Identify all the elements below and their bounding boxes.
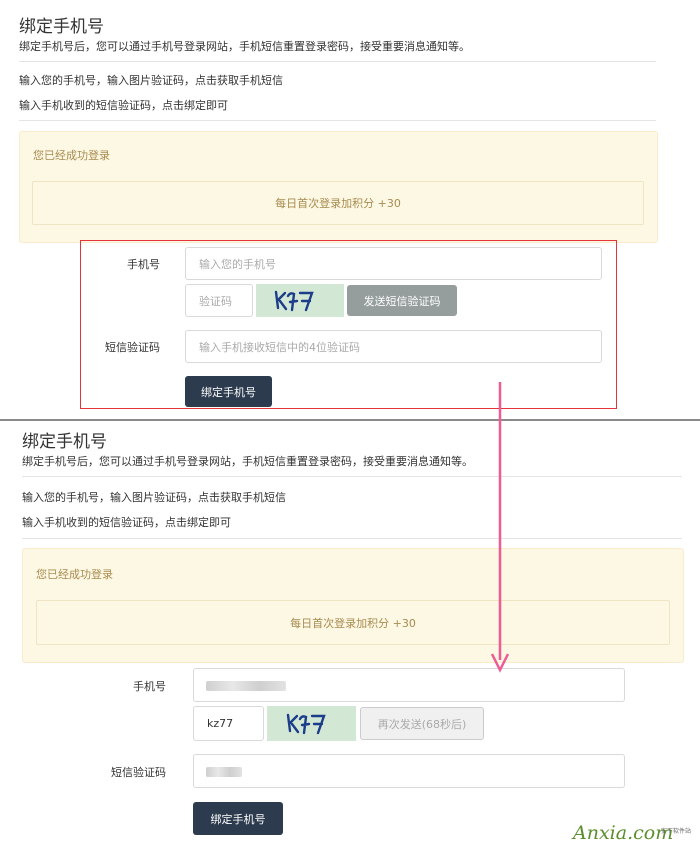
- captcha-image[interactable]: [267, 706, 356, 741]
- resend-sms-button[interactable]: 再次发送(68秒后): [360, 707, 484, 740]
- bind-phone-button[interactable]: 绑定手机号: [193, 802, 283, 835]
- captcha-image[interactable]: [256, 284, 344, 317]
- watermark-logo: Anxia.com 安下软件站: [573, 822, 691, 844]
- notice-message: 每日首次登录加积分 +30: [36, 600, 670, 645]
- phone-label: 手机号: [127, 258, 160, 271]
- login-notice: 您已经成功登录 每日首次登录加积分 +30: [22, 548, 684, 663]
- phone-input[interactable]: 输入您的手机号: [185, 247, 602, 280]
- instruction-2: 输入手机收到的短信验证码，点击绑定即可: [19, 99, 228, 112]
- notice-message: 每日首次登录加积分 +30: [32, 181, 644, 225]
- bind-phone-button[interactable]: 绑定手机号: [185, 376, 272, 407]
- watermark-sub: 安下软件站: [661, 828, 692, 835]
- notice-heading: 您已经成功登录: [36, 568, 113, 581]
- phone-label: 手机号: [133, 680, 166, 693]
- watermark-brand: Anxia.com: [573, 822, 674, 844]
- captcha-input[interactable]: 验证码: [185, 284, 253, 317]
- divider-line: [22, 476, 682, 477]
- instruction-1: 输入您的手机号，输入图片验证码，点击获取手机短信: [22, 491, 286, 504]
- notice-message-text: 每日首次登录加积分 +30: [275, 197, 401, 210]
- sms-input[interactable]: 输入手机接收短信中的4位验证码: [185, 330, 602, 363]
- sms-label: 短信验证码: [105, 341, 160, 354]
- panel-before: 绑定手机号 绑定手机号后，您可以通过手机号登录网站，手机短信重置登录密码，接受重…: [0, 0, 700, 418]
- phone-input[interactable]: [193, 668, 625, 702]
- instruction-1: 输入您的手机号，输入图片验证码，点击获取手机短信: [19, 74, 283, 87]
- divider-line: [22, 538, 682, 539]
- sms-input[interactable]: [193, 754, 625, 788]
- captcha-input[interactable]: kz77: [193, 706, 264, 741]
- phone-value-redacted: [206, 681, 286, 691]
- page-title: 绑定手机号: [22, 432, 107, 452]
- login-notice: 您已经成功登录 每日首次登录加积分 +30: [19, 131, 658, 243]
- instruction-2: 输入手机收到的短信验证码，点击绑定即可: [22, 516, 231, 529]
- page-description: 绑定手机号后，您可以通过手机号登录网站，手机短信重置登录密码，接受重要消息通知等…: [19, 40, 470, 53]
- divider-line: [19, 120, 656, 121]
- notice-message-text: 每日首次登录加积分 +30: [290, 616, 416, 630]
- panel-after: 绑定手机号 绑定手机号后，您可以通过手机号登录网站，手机短信重置登录密码，接受重…: [0, 421, 700, 854]
- sms-label: 短信验证码: [111, 766, 166, 779]
- captcha-glyphs-icon: [286, 713, 326, 734]
- page-title: 绑定手机号: [19, 17, 104, 37]
- notice-heading: 您已经成功登录: [33, 149, 110, 162]
- captcha-glyphs-icon: [274, 290, 314, 311]
- sms-value-redacted: [206, 767, 242, 777]
- divider-line: [19, 61, 656, 62]
- send-sms-button[interactable]: 发送短信验证码: [347, 285, 457, 316]
- page-description: 绑定手机号后，您可以通过手机号登录网站，手机短信重置登录密码，接受重要消息通知等…: [22, 455, 473, 468]
